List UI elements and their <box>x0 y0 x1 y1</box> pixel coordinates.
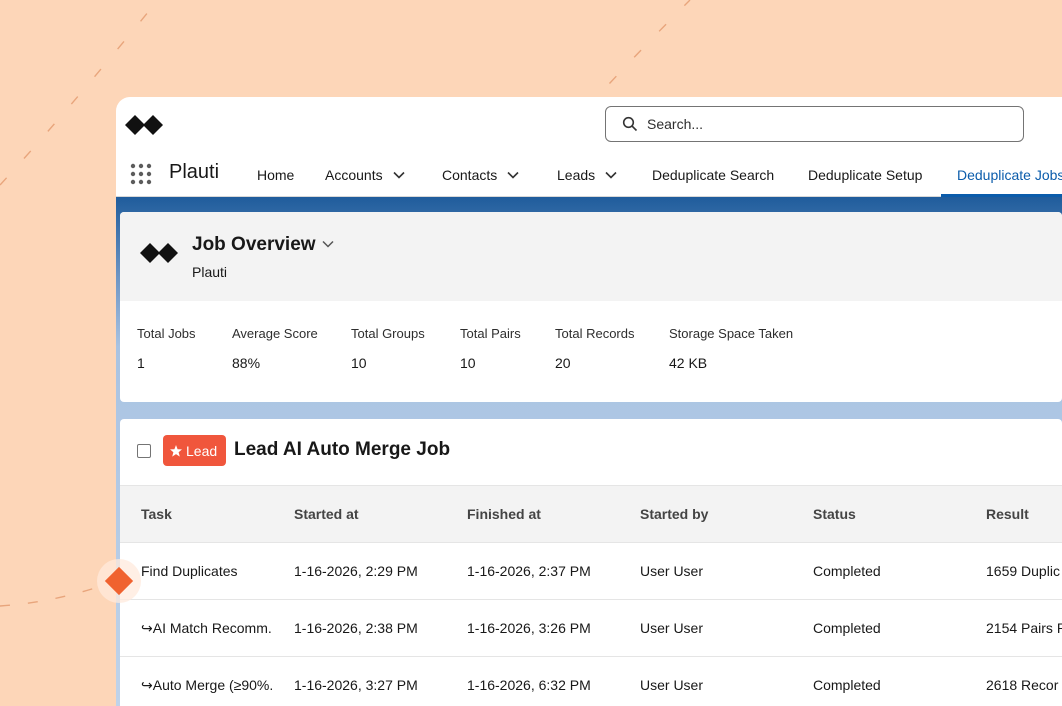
nav-tab-deduplicate-setup[interactable]: Deduplicate Setup <box>808 153 922 197</box>
page-subtitle: Plauti <box>192 264 228 280</box>
task-cell: ↪Auto Merge (≥90%... <box>120 656 273 706</box>
search-input[interactable]: Search... <box>605 106 1024 142</box>
chevron-down-icon[interactable] <box>605 171 617 179</box>
nav-tab-label: Home <box>257 167 295 183</box>
chevron-down-icon[interactable] <box>507 171 519 179</box>
status-cell: Completed <box>792 656 965 706</box>
global-header: Search... <box>116 97 1062 153</box>
nav-tab-label: Deduplicate Jobs <box>957 167 1062 183</box>
nav-tab-label: Deduplicate Setup <box>808 167 923 183</box>
lead-star-icon <box>170 444 182 457</box>
table-row[interactable]: ↪Auto Merge (≥90%... 1-16-2026, 3:27 PM … <box>120 656 1062 706</box>
table-row[interactable]: ↪AI Match Recomm... 1-16-2026, 2:38 PM 1… <box>120 599 1062 657</box>
finished-at-cell: 1-16-2026, 6:32 PM <box>446 656 619 706</box>
started-at-cell: 1-16-2026, 3:27 PM <box>273 656 446 706</box>
stat-label: Total Jobs <box>137 326 196 341</box>
nav-tab-label: Accounts <box>325 167 383 183</box>
column-header-started-at[interactable]: Started at <box>273 485 446 543</box>
stat-total-groups: Total Groups 10 <box>351 326 425 371</box>
column-header-finished-at[interactable]: Finished at <box>446 485 619 543</box>
nav-tab-accounts[interactable]: Accounts <box>325 153 405 197</box>
task-cell: Find Duplicates <box>120 542 273 600</box>
stat-storage-space: Storage Space Taken 42 KB <box>669 326 793 371</box>
app-launcher-icon[interactable] <box>129 162 153 186</box>
stat-value: 20 <box>555 355 571 371</box>
stat-label: Total Pairs <box>460 326 521 341</box>
result-cell: 2154 Pairs P <box>965 599 1062 657</box>
stat-average-score: Average Score 88% <box>232 326 318 371</box>
chevron-down-icon[interactable] <box>322 240 334 248</box>
started-at-cell: 1-16-2026, 2:29 PM <box>273 542 446 600</box>
nav-tab-deduplicate-search[interactable]: Deduplicate Search <box>652 153 774 197</box>
stat-label: Average Score <box>232 326 318 341</box>
job-tasks-table: Task Started at Finished at Started by S… <box>120 485 1062 706</box>
started-by-cell: User User <box>619 599 792 657</box>
job-title: Lead AI Auto Merge Job <box>234 439 451 460</box>
job-overview-card: Job Overview Plauti Total Jobs 1 Average… <box>120 212 1062 402</box>
nav-tab-contacts[interactable]: Contacts <box>442 153 519 197</box>
nav-tab-label: Contacts <box>442 167 498 183</box>
stat-value: 42 KB <box>669 355 708 371</box>
nav-tab-label: Leads <box>557 167 596 183</box>
nav-tab-label: Deduplicate Search <box>652 167 775 183</box>
chevron-down-icon[interactable] <box>393 171 405 179</box>
started-by-cell: User User <box>619 656 792 706</box>
page-content: Job Overview Plauti Total Jobs 1 Average… <box>116 197 1062 706</box>
page-title: Job Overview <box>192 234 316 255</box>
lead-badge-label: Lead <box>186 442 218 459</box>
stat-label: Total Groups <box>351 326 425 341</box>
task-cell: ↪AI Match Recomm... <box>120 599 273 657</box>
job-select-checkbox[interactable] <box>137 444 151 458</box>
stat-total-jobs: Total Jobs 1 <box>137 326 196 371</box>
job-card: Lead Lead AI Auto Merge Job Task Started… <box>120 419 1062 706</box>
stat-value: 1 <box>137 355 145 371</box>
search-icon <box>622 116 638 132</box>
finished-at-cell: 1-16-2026, 3:26 PM <box>446 599 619 657</box>
stat-value: 88% <box>232 355 261 371</box>
job-overview-header: Job Overview Plauti <box>120 212 1062 301</box>
table-header-row: Task Started at Finished at Started by S… <box>120 485 1062 543</box>
started-by-cell: User User <box>619 542 792 600</box>
result-cell: 1659 Duplic <box>965 542 1062 600</box>
stat-total-records: Total Records 20 <box>555 326 634 371</box>
stat-label: Storage Space Taken <box>669 326 794 341</box>
app-name: Plauti <box>169 161 220 183</box>
status-cell: Completed <box>792 599 965 657</box>
stat-label: Total Records <box>555 326 635 341</box>
stat-value: 10 <box>351 355 367 371</box>
finished-at-cell: 1-16-2026, 2:37 PM <box>446 542 619 600</box>
column-header-status[interactable]: Status <box>792 485 965 543</box>
search-placeholder: Search... <box>647 116 704 132</box>
started-at-cell: 1-16-2026, 2:38 PM <box>273 599 446 657</box>
app-window: Search... Plauti Home Accounts Contacts … <box>116 97 1062 706</box>
result-cell: 2618 Recor <box>965 656 1062 706</box>
table-row[interactable]: Find Duplicates 1-16-2026, 2:29 PM 1-16-… <box>120 542 1062 600</box>
column-header-started-by[interactable]: Started by <box>619 485 792 543</box>
status-cell: Completed <box>792 542 965 600</box>
highlight-marker-icon <box>97 559 141 603</box>
nav-tab-home[interactable]: Home <box>257 153 294 197</box>
app-navigation-bar: Plauti Home Accounts Contacts Leads Dedu… <box>116 153 1062 197</box>
stat-value: 10 <box>460 355 476 371</box>
nav-tab-deduplicate-jobs[interactable]: Deduplicate Jobs <box>940 153 1062 197</box>
plauti-logo-icon <box>125 115 163 135</box>
column-header-task[interactable]: Task <box>120 485 273 543</box>
stat-total-pairs: Total Pairs 10 <box>460 326 521 371</box>
plauti-logo-icon <box>140 243 178 263</box>
lead-badge: Lead <box>163 435 227 466</box>
nav-tab-leads[interactable]: Leads <box>557 153 617 197</box>
column-header-result[interactable]: Result <box>965 485 1062 543</box>
